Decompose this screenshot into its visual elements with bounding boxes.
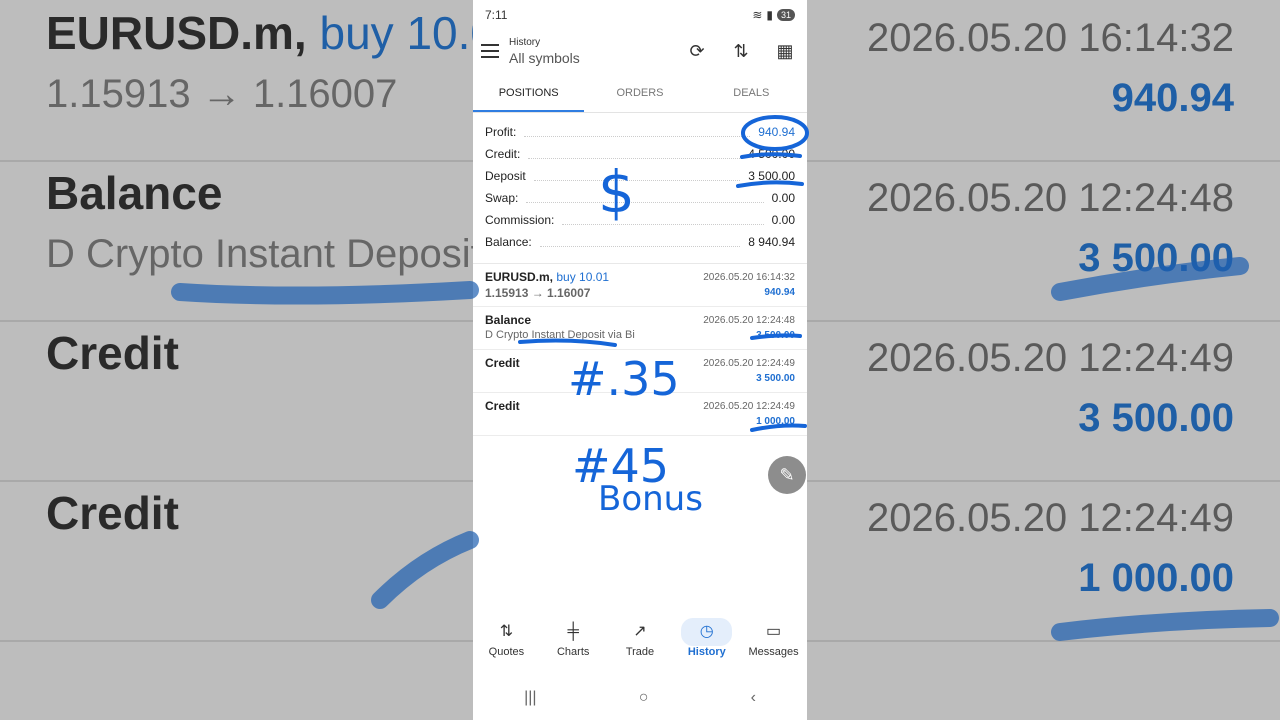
back-icon[interactable]: ‹ — [751, 689, 756, 707]
tab-positions[interactable]: POSITIONS — [473, 72, 585, 112]
nav-history[interactable]: ◷ History — [673, 614, 740, 670]
summary-row-profit: Profit: 940.94 — [485, 125, 795, 139]
tabs: POSITIONS ORDERS DEALS — [473, 72, 807, 113]
calendar-icon[interactable]: ▦ — [771, 41, 799, 62]
messages-icon: ▭ — [766, 623, 782, 640]
nav-charts[interactable]: ╪ Charts — [540, 614, 607, 670]
summary-panel: Profit: 940.94 Credit: 4 500.00 Deposit 3 5… — [473, 113, 807, 264]
edit-fab[interactable]: ✎ — [768, 456, 806, 494]
deal-row[interactable]: EURUSD.m, buy 10.01 1.15913 → 1.16007 20… — [473, 264, 807, 307]
symbol-filter[interactable]: All symbols — [509, 50, 683, 66]
nav-quotes[interactable]: ⇅ Quotes — [473, 614, 540, 670]
nav-messages[interactable]: ▭ Messages — [740, 614, 807, 670]
currency-exchange-icon[interactable]: ⟳ — [683, 41, 711, 62]
trade-icon: ↗ — [633, 623, 647, 640]
app-bar: History All symbols ⟳ ⇅ ▦ — [473, 30, 807, 72]
summary-row-swap: Swap: 0.00 — [485, 191, 795, 205]
pencil-icon: ✎ — [779, 464, 795, 485]
status-time: 7:11 — [485, 8, 508, 22]
wifi-icon: ≋ — [752, 8, 763, 22]
deal-row[interactable]: Credit 2026.05.20 12:24:49 1 000.00 — [473, 393, 807, 436]
nav-trade[interactable]: ↗ Trade — [607, 614, 674, 670]
sort-icon[interactable]: ⇅ — [727, 41, 755, 62]
deal-row[interactable]: Credit 2026.05.20 12:24:49 3 500.00 — [473, 350, 807, 393]
phone-screen: 7:11 ≋ ▮ 31 History All symbols ⟳ ⇅ ▦ PO… — [473, 0, 807, 720]
bottom-nav: ⇅ Quotes ╪ Charts ↗ Trade ◷ History ▭ Me… — [473, 614, 807, 670]
system-nav-bar: ||| ○ ‹ — [473, 676, 807, 720]
tab-orders[interactable]: ORDERS — [584, 72, 695, 112]
deal-row[interactable]: Balance D Crypto Instant Deposit via Bi … — [473, 307, 807, 350]
tab-deals[interactable]: DEALS — [696, 72, 807, 112]
summary-row-commission: Commission: 0.00 — [485, 213, 795, 227]
home-icon[interactable]: ○ — [639, 689, 649, 707]
summary-row-deposit: Deposit 3 500.00 — [485, 169, 795, 183]
page-subtitle: History — [509, 36, 541, 48]
charts-icon: ╪ — [567, 623, 579, 640]
recents-icon[interactable]: ||| — [524, 689, 536, 707]
battery-badge: 31 — [776, 9, 795, 21]
menu-icon[interactable] — [481, 44, 499, 58]
summary-row-credit: Credit: 4 500.00 — [485, 147, 795, 161]
history-icon: ◷ — [681, 618, 733, 646]
quotes-icon: ⇅ — [499, 623, 514, 640]
signal-icon: ▮ — [766, 8, 773, 22]
status-bar: 7:11 ≋ ▮ 31 — [473, 0, 807, 30]
summary-row-balance: Balance: 8 940.94 — [485, 235, 795, 249]
